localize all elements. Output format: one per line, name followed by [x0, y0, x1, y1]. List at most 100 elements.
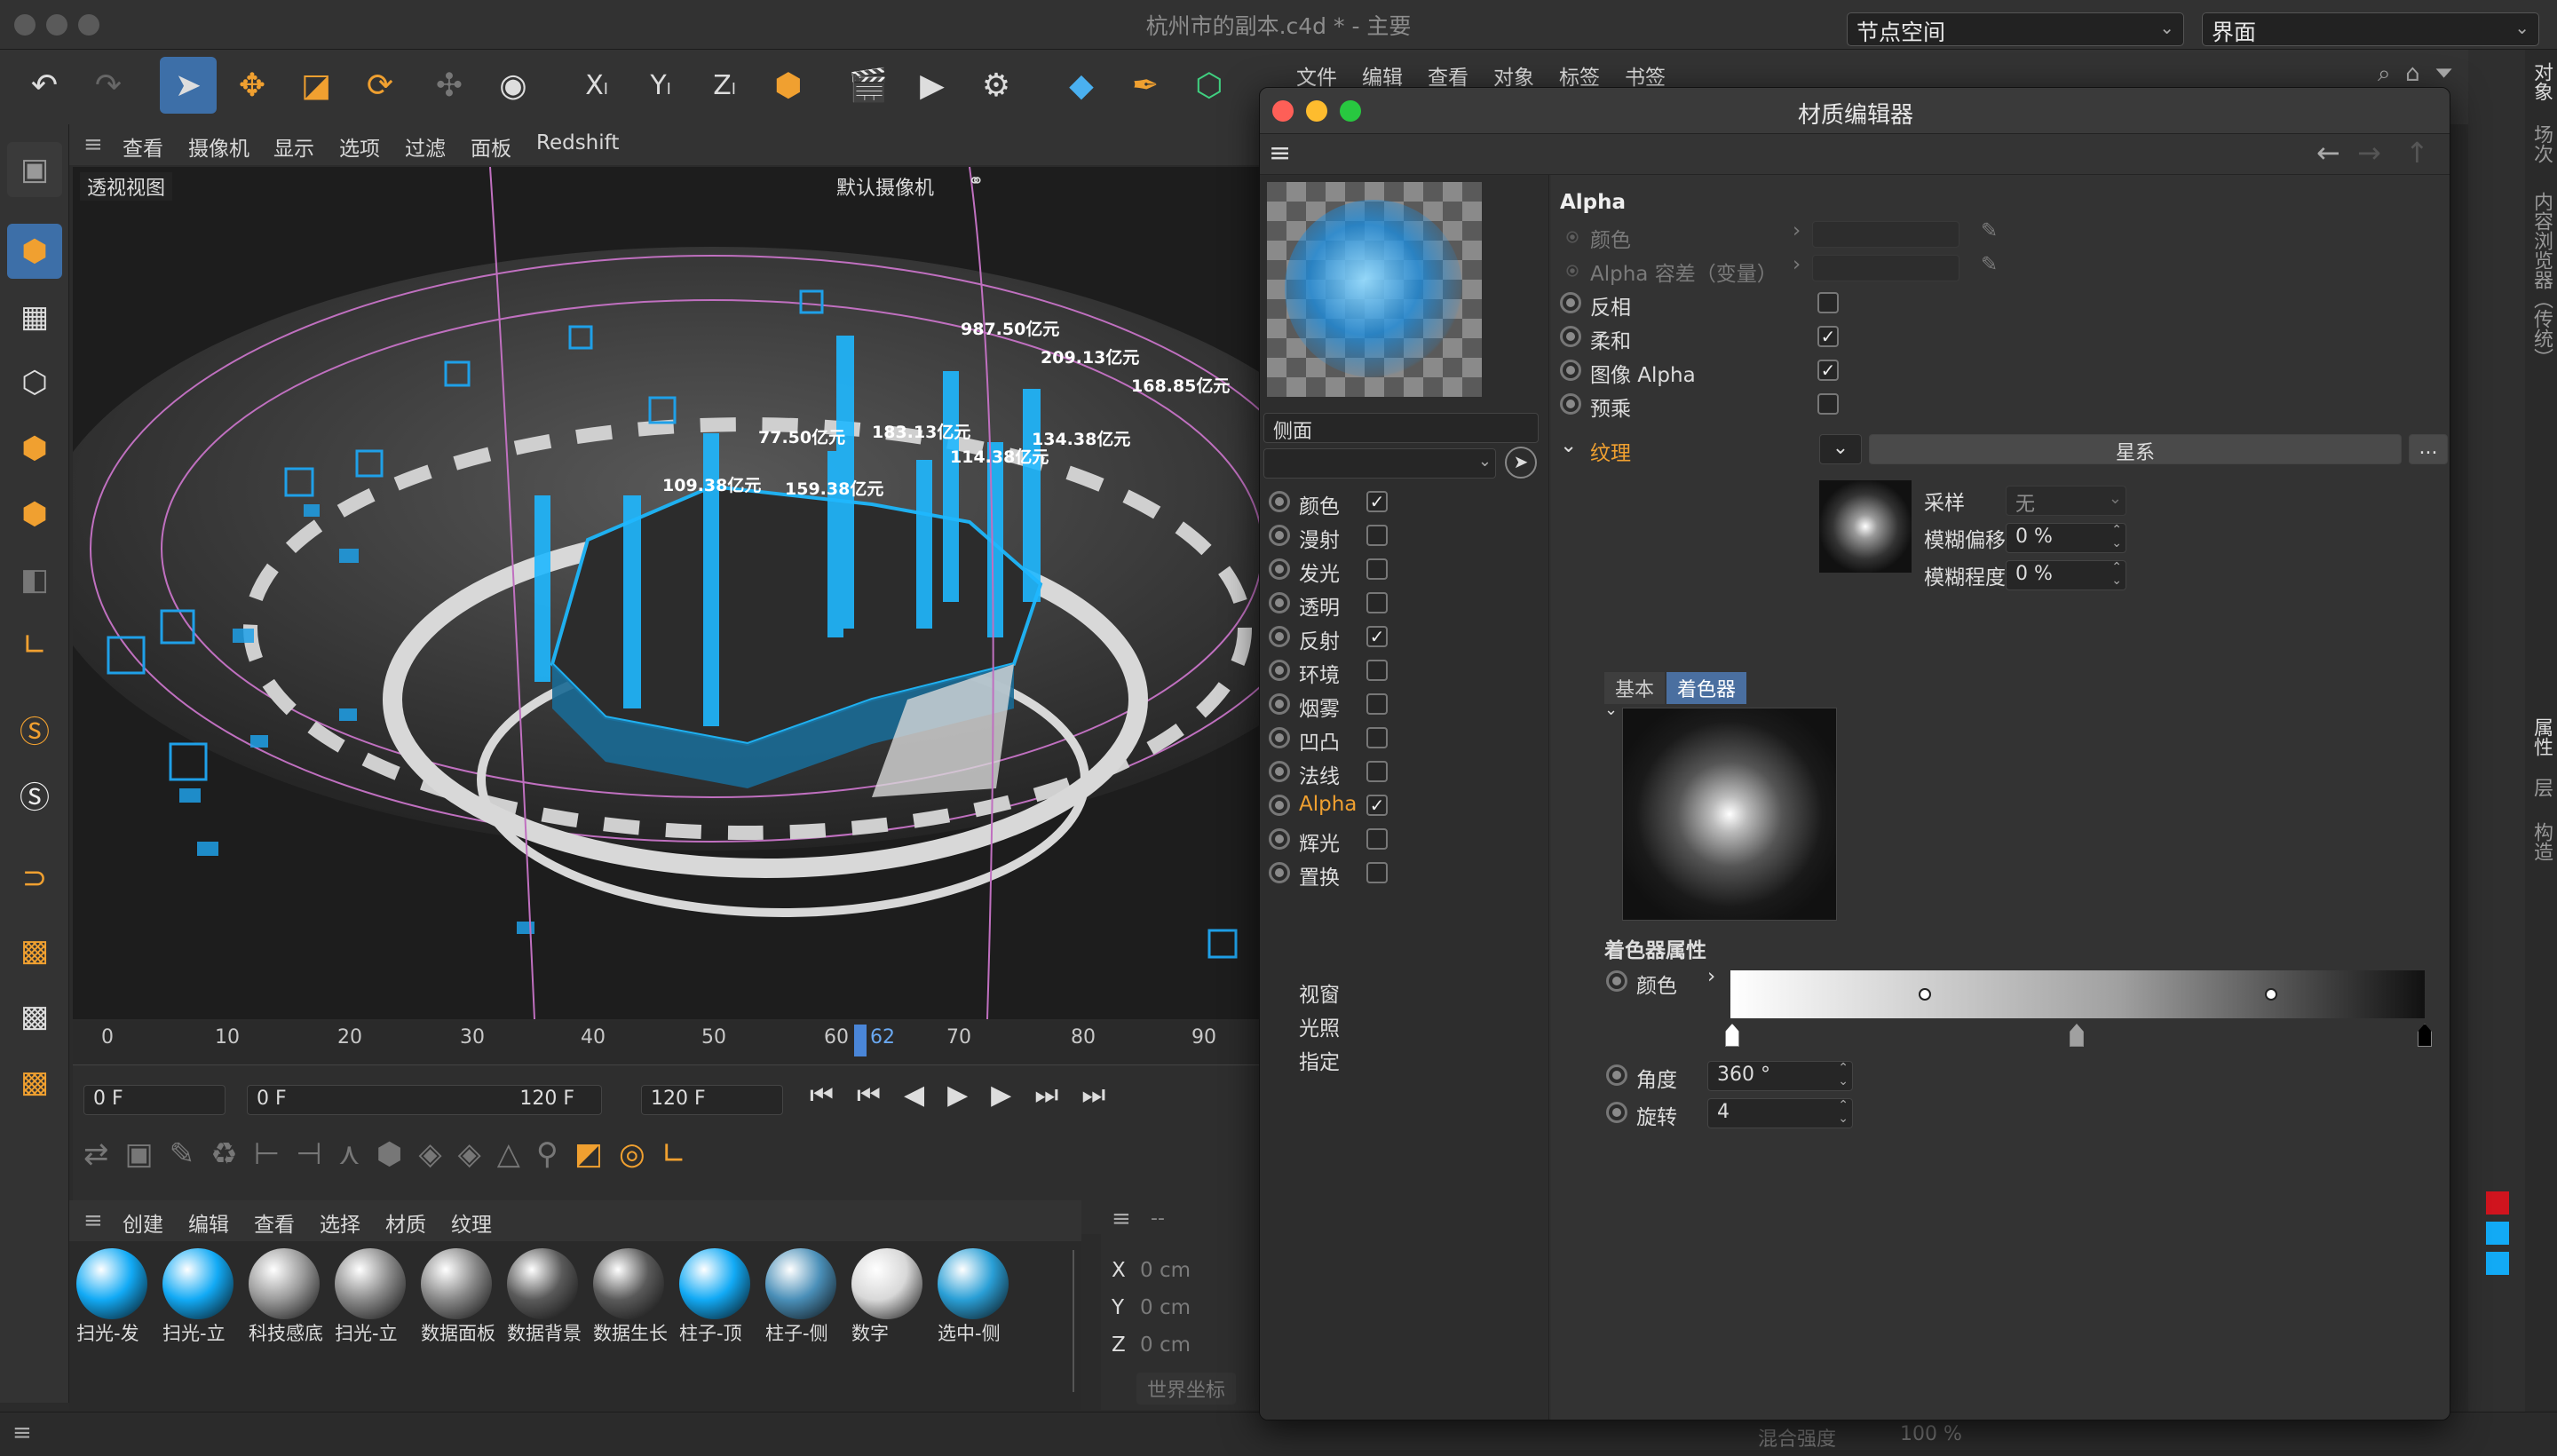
timeline-key-icon[interactable]: ◩	[574, 1136, 619, 1172]
playhead[interactable]	[854, 1025, 867, 1056]
texture-shader-button[interactable]: 星系	[1869, 434, 2402, 464]
viewport-menu-options[interactable]: 选项	[339, 131, 380, 162]
gradient-knot[interactable]	[2418, 1024, 2432, 1047]
material-thumbnail[interactable]: 扫光-立	[162, 1248, 239, 1344]
material-thumbnail[interactable]: 数字	[851, 1248, 928, 1344]
alpha-color-swatch[interactable]	[1812, 221, 1959, 248]
viewport-menu-display[interactable]: 显示	[273, 131, 314, 162]
triangle-icon[interactable]: △	[497, 1136, 536, 1172]
snap-icon[interactable]: Ⓢ	[7, 701, 62, 756]
texture-more-button[interactable]: ...	[2409, 434, 2448, 464]
material-link-dropdown[interactable]: ⌄	[1263, 448, 1496, 479]
angle-field[interactable]: 360 ° ⌃ ⌄	[1707, 1061, 1853, 1091]
mat-menu-select[interactable]: 选择	[320, 1207, 360, 1238]
alpha-tolerance-swatch[interactable]	[1812, 255, 1959, 281]
channel-anim-icon[interactable]	[1269, 660, 1290, 681]
channel-checkbox[interactable]: ✓	[1366, 795, 1388, 816]
blur-scale-field[interactable]: 0 % ⌃ ⌄	[2006, 560, 2126, 590]
material-thumbnail[interactable]: 数据背景	[507, 1248, 583, 1344]
world-coordinates-button[interactable]: 世界坐标	[1136, 1373, 1237, 1405]
color-swatch-red[interactable]	[2486, 1191, 2509, 1215]
soft-anim-icon[interactable]	[1560, 326, 1581, 347]
cube-object-icon[interactable]: ◆	[1053, 57, 1110, 114]
channel-anim-icon[interactable]	[1269, 828, 1290, 850]
live-select-icon[interactable]: ◉	[485, 57, 542, 114]
model-mode-icon[interactable]: ▣	[7, 142, 62, 197]
axis-mode-icon[interactable]: ∟	[7, 618, 62, 673]
channel-anim-icon[interactable]	[1269, 525, 1290, 546]
tiles-icon[interactable]: ◈	[418, 1136, 457, 1172]
channel-anim-icon[interactable]	[1269, 862, 1290, 883]
channel-anim-icon[interactable]	[1269, 761, 1290, 782]
polygons-mode-icon[interactable]: ⬢	[7, 487, 62, 542]
prev-key-icon[interactable]: ⏮	[857, 1080, 904, 1111]
search-icon[interactable]: ⌕	[2378, 60, 2391, 87]
workplane-align-icon[interactable]: ▩	[7, 1055, 62, 1110]
coord-x-value[interactable]: 0 cm	[1140, 1259, 1191, 1282]
channel-anim-icon[interactable]	[1269, 558, 1290, 580]
mat-menu-material[interactable]: 材质	[385, 1207, 426, 1238]
collapse-shader-icon[interactable]: ⌄	[1604, 700, 1618, 719]
expand-arrow-icon[interactable]: ›	[1707, 965, 1715, 988]
material-scrollbar[interactable]	[1073, 1250, 1081, 1392]
render-picture-viewer-icon[interactable]: ▶	[904, 57, 961, 114]
pen-tool-icon[interactable]: ✒	[1117, 57, 1174, 114]
viewport-menu-camera[interactable]: 摄像机	[188, 131, 249, 162]
channel-checkbox[interactable]	[1366, 727, 1388, 748]
viewport-menu-redshift[interactable]: Redshift	[536, 131, 619, 154]
tab-shader[interactable]: 着色器	[1666, 672, 1747, 704]
layout-dropdown[interactable]: 界面 ⌄	[2202, 12, 2539, 46]
box-icon[interactable]: ⬢	[376, 1136, 419, 1172]
workplane-lock-icon[interactable]: ▩	[7, 989, 62, 1044]
channel-illumination[interactable]: 光照	[1299, 1011, 1340, 1041]
z-axis-lock-icon[interactable]: Zₗ	[696, 57, 753, 114]
material-thumbnail[interactable]: 数据面板	[421, 1248, 497, 1344]
invert-anim-icon[interactable]	[1560, 292, 1581, 313]
tab-basic[interactable]: 基本	[1604, 672, 1666, 704]
channel-checkbox[interactable]: ✓	[1366, 491, 1388, 512]
workplane-icon[interactable]: ▩	[7, 923, 62, 978]
material-thumbnail[interactable]: 选中-侧	[938, 1248, 1014, 1344]
redo-icon[interactable]: ↷	[80, 57, 137, 114]
color-swatch-blue-2[interactable]	[2486, 1252, 2509, 1275]
hamburger-icon[interactable]: ≡	[83, 131, 103, 158]
blend-strength-value[interactable]: 100 %	[1900, 1423, 1962, 1445]
magnet-icon[interactable]: ⊃	[7, 851, 62, 906]
object-tool-icon[interactable]: ▣	[125, 1136, 170, 1172]
color-anim-icon[interactable]	[1566, 231, 1579, 243]
snap-settings-icon[interactable]: Ⓢ	[7, 767, 62, 822]
material-thumbnail[interactable]: 科技感底	[249, 1248, 325, 1344]
soft-checkbox[interactable]: ✓	[1817, 326, 1839, 347]
material-thumbnail[interactable]: 数据生长	[593, 1248, 669, 1344]
prev-frame-icon[interactable]: ◀	[904, 1080, 947, 1111]
mat-menu-create[interactable]: 创建	[123, 1207, 163, 1238]
up-arrow-icon[interactable]: ↑	[2405, 136, 2429, 170]
coordinate-system-icon[interactable]: ⬢	[760, 57, 817, 114]
premultiply-checkbox[interactable]	[1817, 393, 1839, 415]
end-frame-field[interactable]: 120 F	[641, 1085, 783, 1115]
frame-range-slider[interactable]: 0 F 120 F	[247, 1085, 602, 1115]
recycle-icon[interactable]: ♻	[210, 1136, 253, 1172]
hamburger-icon[interactable]: ≡	[1112, 1206, 1131, 1232]
mat-menu-texture[interactable]: 纹理	[451, 1207, 492, 1238]
uv-mode-icon[interactable]: ◧	[7, 552, 62, 607]
shader-gradient[interactable]	[1730, 970, 2425, 1018]
viewport-camera[interactable]: 默认摄像机	[836, 172, 934, 201]
blur-offset-field[interactable]: 0 % ⌃ ⌄	[2006, 523, 2126, 553]
channel-checkbox[interactable]: ✓	[1366, 626, 1388, 647]
tab-layers[interactable]: 层	[2527, 778, 2555, 797]
channel-checkbox[interactable]	[1366, 693, 1388, 715]
home-icon[interactable]: ⌂	[2405, 60, 2420, 87]
tab-attributes[interactable]: 属性	[2527, 717, 2555, 756]
next-frame-icon[interactable]: ▶	[991, 1080, 1034, 1111]
y-axis-lock-icon[interactable]: Yₗ	[632, 57, 689, 114]
material-thumbnail[interactable]: 扫光-立	[335, 1248, 411, 1344]
coord-y-value[interactable]: 0 cm	[1140, 1296, 1191, 1319]
rotate-anim-icon[interactable]	[1606, 1102, 1627, 1123]
rotate-field[interactable]: 4 ⌃ ⌄	[1707, 1098, 1853, 1128]
select-tool-icon[interactable]: ➤	[160, 57, 217, 114]
expand-arrow-icon[interactable]: ›	[1793, 253, 1801, 276]
material-name-field[interactable]: 侧面	[1263, 413, 1539, 443]
channel-assignment[interactable]: 指定	[1299, 1045, 1340, 1075]
shader-preview[interactable]	[1622, 708, 1837, 921]
